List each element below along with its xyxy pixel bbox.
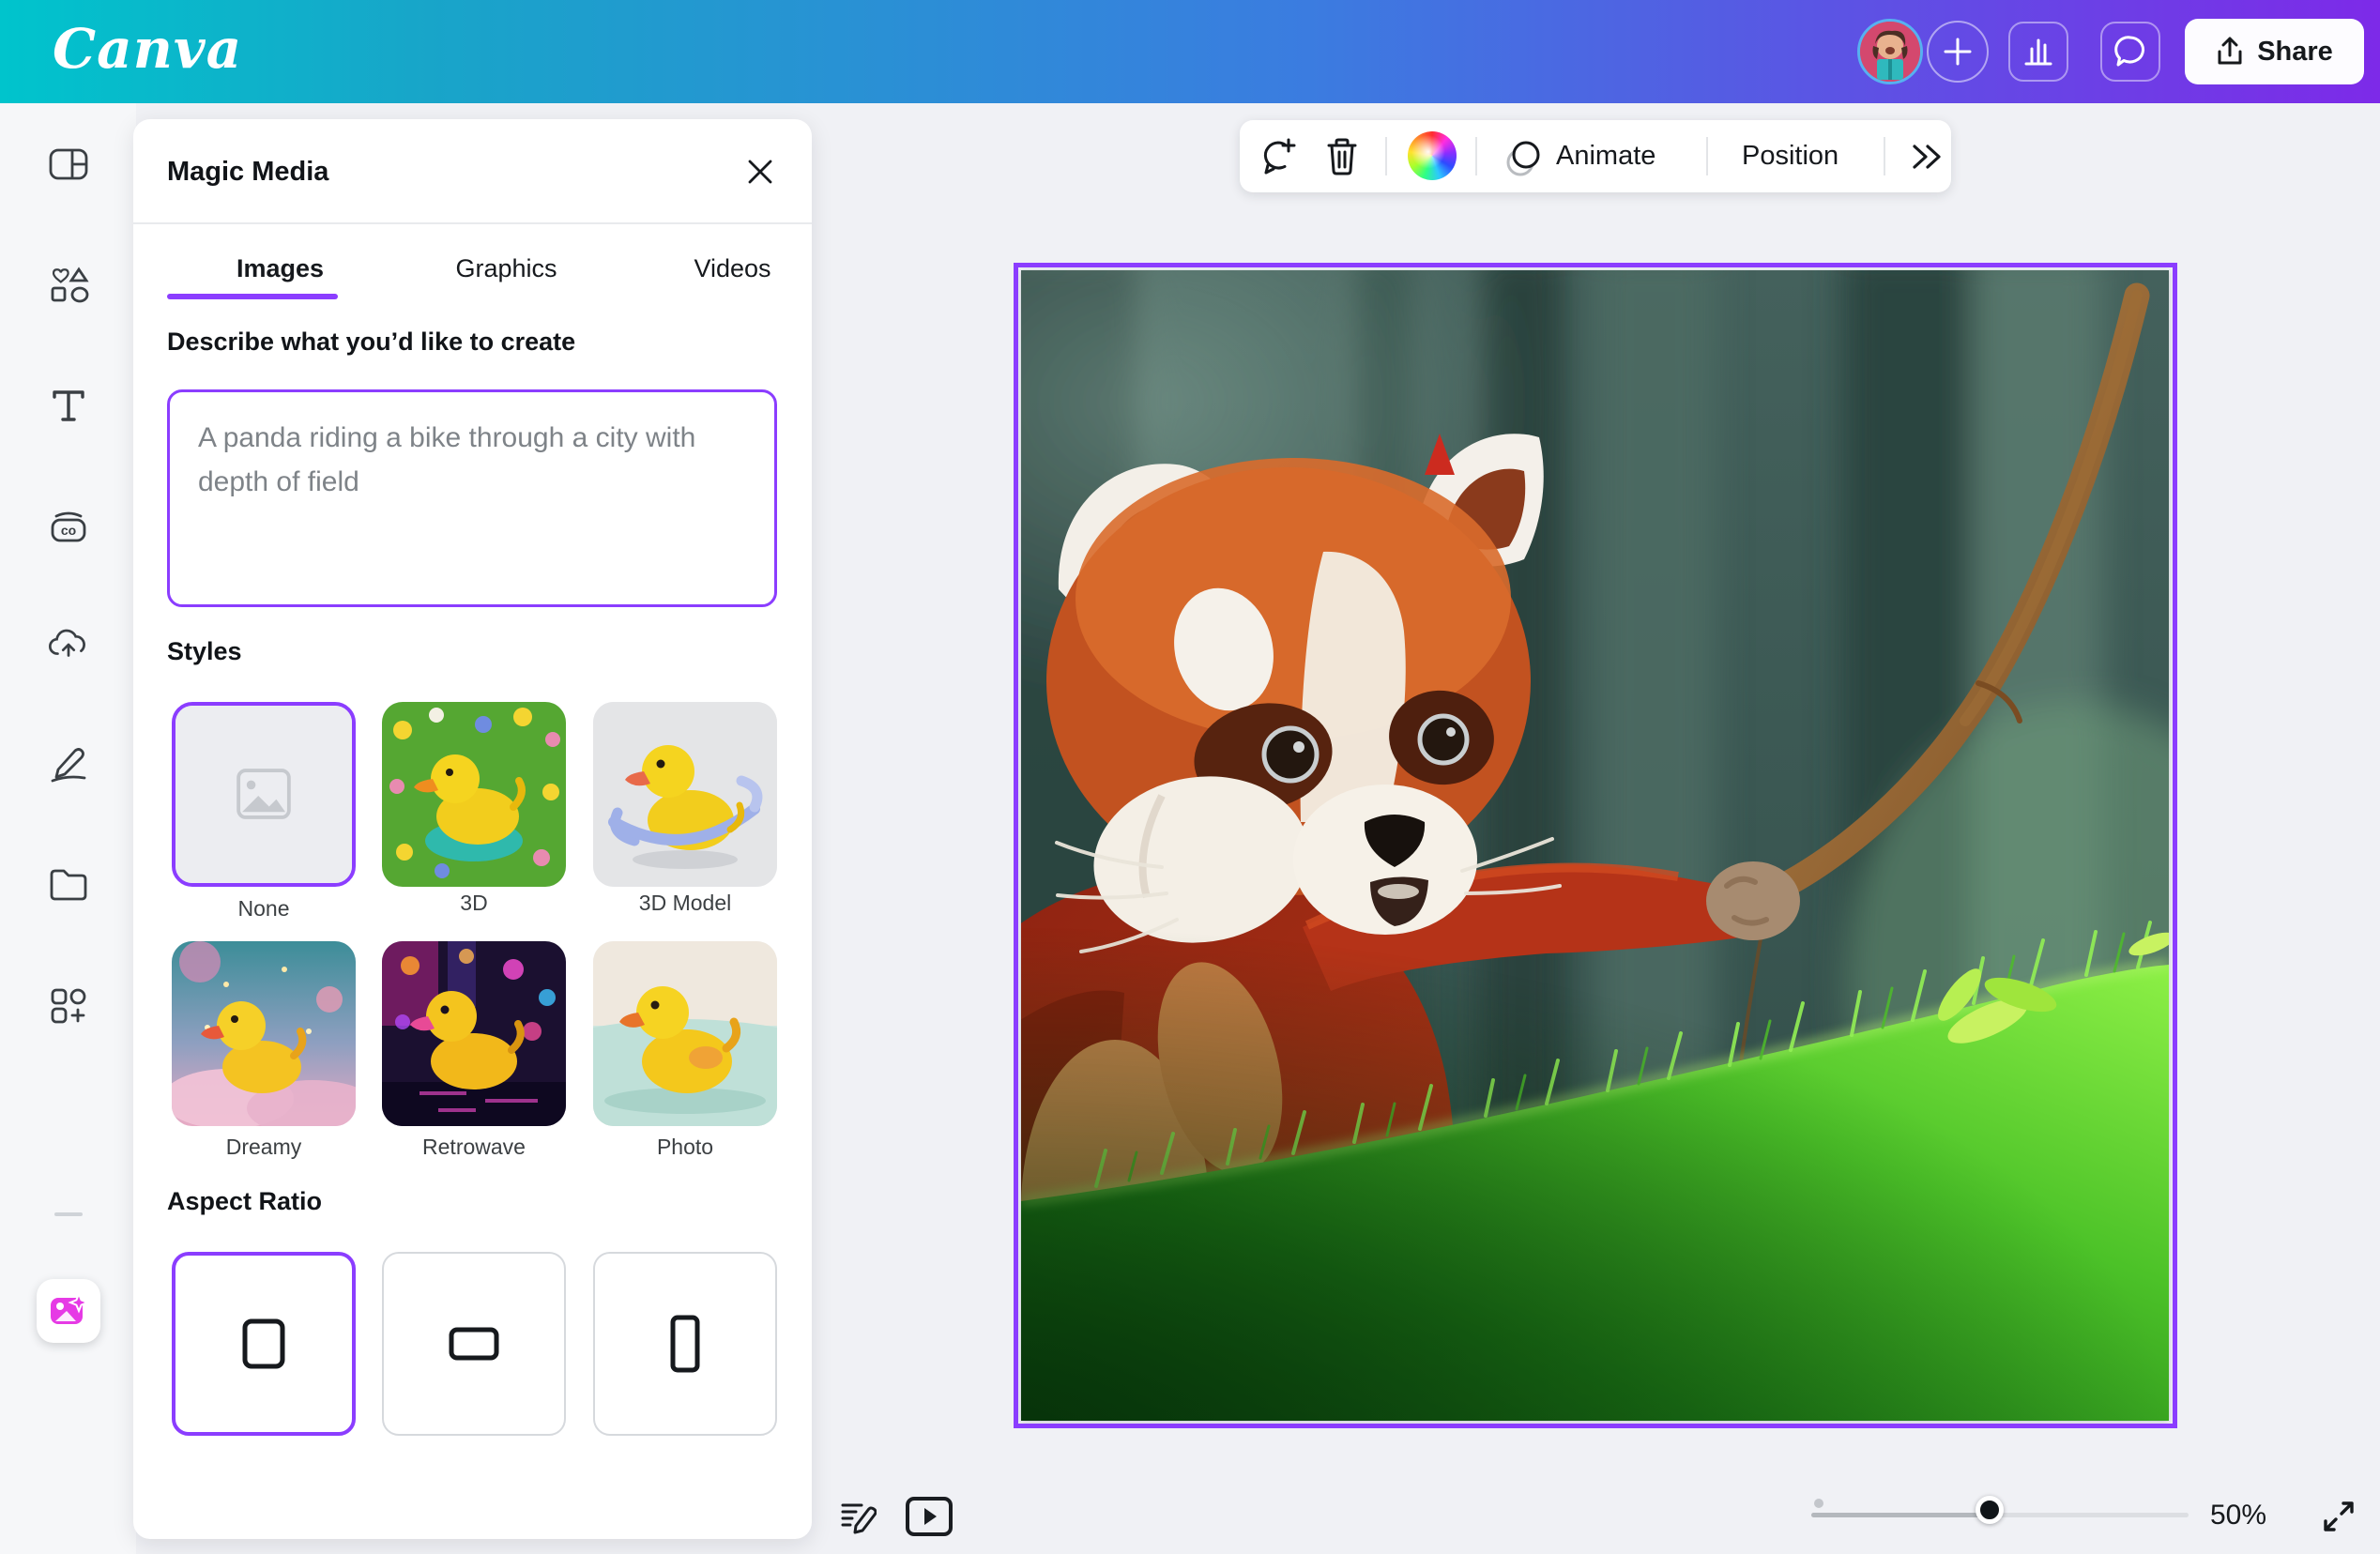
style-label-photo: Photo <box>593 1135 777 1160</box>
aspect-option-landscape[interactable] <box>382 1252 566 1436</box>
bar-chart-icon <box>2021 34 2056 69</box>
panel-title: Magic Media <box>167 157 328 188</box>
brand-icon: co <box>47 505 90 548</box>
speech-bubble-icon <box>2112 33 2149 70</box>
panel-header-divider <box>133 222 812 224</box>
canva-logo[interactable]: Canva <box>53 17 242 81</box>
style-option-dreamy[interactable] <box>172 941 356 1126</box>
style-photo-thumbnail <box>593 941 777 1126</box>
sidebar-item-magic-media[interactable] <box>37 1279 100 1343</box>
style-option-3d-model[interactable] <box>593 702 777 887</box>
design-icon <box>47 143 90 186</box>
style-3d-thumbnail <box>382 702 566 887</box>
red-panda-illustration <box>1021 270 2169 1421</box>
toolbar-divider <box>1884 137 1885 175</box>
landscape-ratio-icon <box>447 1325 501 1363</box>
avatar[interactable] <box>1857 19 1923 84</box>
comments-button[interactable] <box>2100 22 2160 82</box>
fullscreen-button[interactable] <box>2316 1494 2361 1539</box>
tab-images[interactable]: Images <box>167 237 393 299</box>
prompt-input[interactable] <box>167 389 777 607</box>
tab-videos[interactable]: Videos <box>619 237 846 299</box>
canva-editor: Canva <box>0 0 2380 1554</box>
notes-icon <box>839 1498 877 1535</box>
notes-button[interactable] <box>835 1494 880 1539</box>
style-label-3d-model: 3D Model <box>593 891 777 916</box>
sidebar-item-brand[interactable]: co <box>47 505 90 548</box>
top-bar: Canva <box>0 0 2380 103</box>
style-label-retrowave: Retrowave <box>382 1135 566 1160</box>
zoom-level-label[interactable]: 50% <box>2210 1500 2266 1531</box>
share-label: Share <box>2257 37 2333 68</box>
color-wheel-button[interactable] <box>1408 131 1457 180</box>
canvas-image[interactable] <box>1021 270 2169 1421</box>
style-option-retrowave[interactable] <box>382 941 566 1126</box>
style-label-dreamy: Dreamy <box>172 1135 356 1160</box>
cloud-upload-icon <box>47 622 90 665</box>
comment-add-button[interactable] <box>1256 120 1304 192</box>
object-panel-rail: co <box>0 103 136 1554</box>
expand-icon <box>2318 1496 2359 1537</box>
comment-add-icon <box>1259 136 1301 177</box>
style-dreamy-thumbnail <box>172 941 356 1126</box>
magic-media-icon <box>48 1290 89 1332</box>
style-label-none: None <box>172 896 356 922</box>
delete-button[interactable] <box>1318 120 1366 192</box>
zoom-slider-origin-dot <box>1814 1499 1823 1508</box>
style-option-3d[interactable] <box>382 702 566 887</box>
sidebar-item-apps[interactable] <box>47 984 90 1028</box>
avatar-photo <box>1860 22 1920 82</box>
styles-label: Styles <box>167 637 242 666</box>
animate-button-icon[interactable] <box>1500 120 1549 192</box>
plus-icon <box>1941 35 1975 69</box>
share-button[interactable]: Share <box>2185 19 2364 84</box>
elements-icon <box>47 264 90 307</box>
aspect-ratio-label: Aspect Ratio <box>167 1187 322 1216</box>
draw-pen-icon <box>47 741 90 785</box>
animate-button[interactable]: Animate <box>1556 120 1655 192</box>
sidebar-item-uploads[interactable] <box>47 622 90 665</box>
folder-icon <box>47 863 90 906</box>
zoom-slider-knob[interactable] <box>1976 1496 2004 1524</box>
toolbar-divider <box>1706 137 1708 175</box>
style-retrowave-thumbnail <box>382 941 566 1126</box>
style-3d-model-thumbnail <box>593 702 777 887</box>
style-option-photo[interactable] <box>593 941 777 1126</box>
aspect-option-portrait[interactable] <box>593 1252 777 1436</box>
tab-graphics[interactable]: Graphics <box>393 237 619 299</box>
active-tab-underline <box>167 294 338 299</box>
double-chevron-icon <box>1907 141 1945 173</box>
toolbar-divider <box>1475 137 1477 175</box>
svg-text:co: co <box>61 523 76 538</box>
describe-label: Describe what you’d like to create <box>167 328 575 357</box>
position-button[interactable]: Position <box>1742 120 1838 192</box>
style-option-none[interactable] <box>172 702 356 887</box>
square-ratio-icon <box>239 1316 288 1372</box>
sidebar-item-elements[interactable] <box>47 264 90 307</box>
more-tools-button[interactable] <box>1901 120 1950 192</box>
panel-close-button[interactable] <box>741 153 779 190</box>
animate-icon <box>1502 134 1547 179</box>
text-icon <box>47 384 90 427</box>
sidebar-item-draw[interactable] <box>47 741 90 785</box>
apps-icon <box>47 984 90 1028</box>
sidebar-item-design[interactable] <box>47 143 90 186</box>
magic-media-panel: Magic Media Images Graphics Videos Descr… <box>133 119 812 1539</box>
sidebar-item-projects[interactable] <box>47 863 90 906</box>
toolbar-divider <box>1385 137 1387 175</box>
zoom-slider-fill <box>1811 1513 1995 1517</box>
play-icon <box>905 1496 954 1537</box>
present-button[interactable] <box>903 1492 955 1541</box>
create-design-button[interactable] <box>1927 21 1989 83</box>
image-placeholder-icon <box>175 706 352 883</box>
aspect-option-square[interactable] <box>172 1252 356 1436</box>
sidebar-divider <box>54 1212 83 1216</box>
style-label-3d: 3D <box>382 891 566 916</box>
sidebar-item-text[interactable] <box>47 384 90 427</box>
close-icon <box>745 157 775 187</box>
share-upload-icon <box>2216 37 2244 67</box>
portrait-ratio-icon <box>667 1313 703 1375</box>
trash-icon <box>1323 136 1361 177</box>
insights-button[interactable] <box>2008 22 2068 82</box>
